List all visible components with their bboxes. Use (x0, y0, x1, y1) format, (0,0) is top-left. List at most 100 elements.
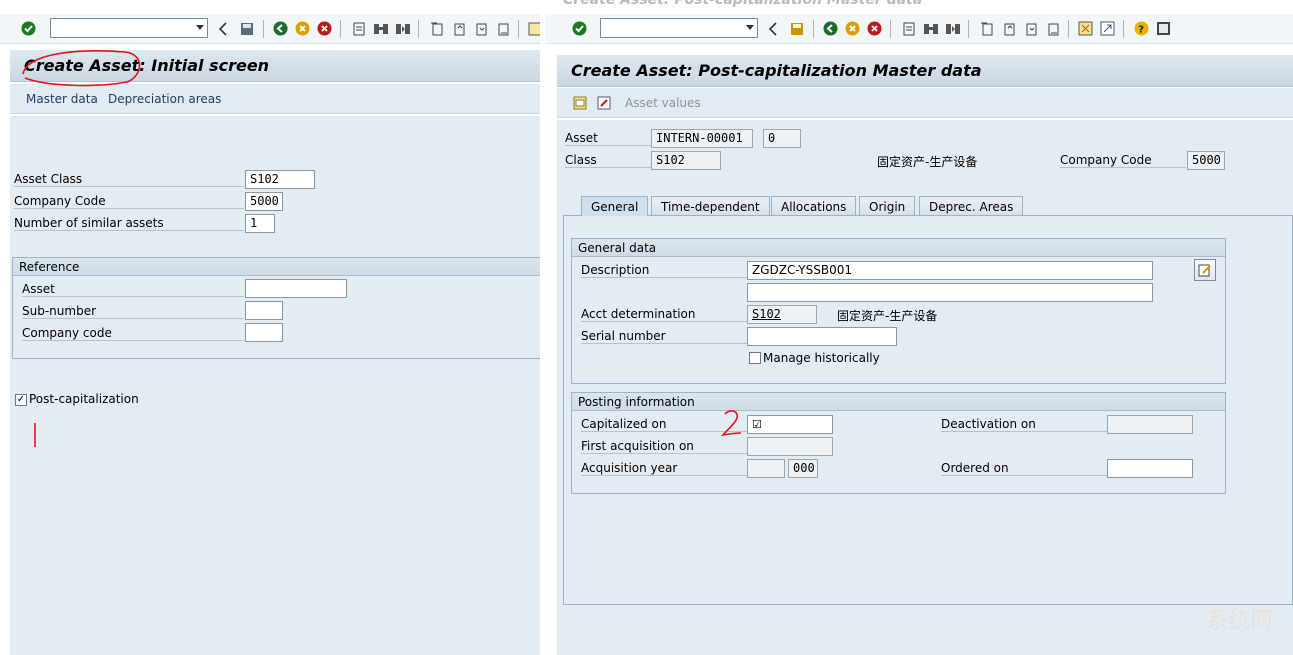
find-next-icon[interactable] (944, 20, 961, 37)
first-page-icon[interactable] (428, 20, 445, 37)
asset-values-button[interactable]: Asset values (625, 96, 701, 110)
company-code-field: 5000 (1187, 151, 1225, 170)
shortcut-icon[interactable] (1099, 20, 1116, 37)
asset-class-label: Asset Class (14, 172, 244, 187)
acct-determination-description: 固定资产-生产设备 (837, 309, 938, 323)
page-title: Create Asset: Initial screen (24, 56, 270, 75)
description-input[interactable]: ZGDZC-YSSB001 (747, 261, 1153, 280)
class-label: Class (565, 153, 651, 168)
find-icon[interactable] (922, 20, 939, 37)
reference-group-title: Reference (13, 258, 540, 276)
help-icon[interactable]: ? (1133, 20, 1150, 37)
general-data-title: General data (572, 239, 1225, 257)
serial-number-label: Serial number (581, 329, 747, 344)
back-icon[interactable] (272, 20, 289, 37)
first-acquisition-label: First acquisition on (581, 439, 747, 454)
company-code-input[interactable]: 5000 (245, 192, 283, 211)
find-next-icon[interactable] (394, 20, 411, 37)
exit-icon[interactable] (844, 20, 861, 37)
asset-subnumber-field: 0 (763, 129, 801, 148)
left-window: Create Asset: Initial screen Master data… (0, 0, 540, 655)
long-text-button[interactable] (1194, 259, 1216, 281)
description-label: Description (581, 263, 747, 278)
enter-icon[interactable] (571, 20, 588, 37)
reference-company-code-label: Company code (22, 326, 244, 341)
last-page-icon[interactable] (494, 20, 511, 37)
enter-icon[interactable] (20, 20, 37, 37)
search-help-icon[interactable]: ☑ (752, 418, 762, 431)
first-page-icon[interactable] (978, 20, 995, 37)
next-page-icon[interactable] (472, 20, 489, 37)
exit-icon[interactable] (294, 20, 311, 37)
tab-time-dependent[interactable]: Time-dependent (651, 196, 770, 216)
asset-class-input[interactable]: S102 (245, 170, 315, 189)
acct-determination-field[interactable]: S102 (747, 305, 817, 324)
next-page-icon[interactable] (1022, 20, 1039, 37)
company-code-label: Company Code (1060, 153, 1186, 168)
application-toolbar: Master data Depreciation areas (10, 84, 540, 114)
first-acquisition-field (747, 437, 833, 456)
window-caption: Create Asset: Post-capitalization Master… (563, 0, 923, 8)
find-icon[interactable] (372, 20, 389, 37)
number-similar-assets-input[interactable]: 1 (245, 214, 275, 233)
display-doc-icon[interactable] (571, 94, 588, 111)
command-field[interactable] (50, 18, 208, 38)
create-session-icon[interactable] (526, 20, 540, 37)
save-icon[interactable] (238, 20, 255, 37)
manage-historically-checkbox[interactable] (749, 352, 761, 364)
save-icon[interactable] (788, 20, 805, 37)
company-code-label: Company Code (14, 194, 244, 209)
deactivation-on-label: Deactivation on (941, 417, 1107, 432)
reference-subnumber-label: Sub-number (22, 304, 244, 319)
serial-number-input[interactable] (747, 327, 897, 346)
screen-title-bar: Create Asset: Post-capitalization Master… (557, 55, 1293, 87)
capitalized-on-label: Capitalized on (581, 417, 747, 432)
screen-title-bar: Create Asset: Initial screen (10, 50, 540, 82)
back-arrow-icon[interactable] (764, 20, 781, 37)
back-icon[interactable] (822, 20, 839, 37)
customize-layout-icon[interactable] (1155, 20, 1172, 37)
tab-origin[interactable]: Origin (859, 196, 916, 216)
change-doc-icon[interactable] (595, 94, 612, 111)
right-window: Create Asset: Post-capitalization Master… (545, 0, 1293, 655)
manage-historically-label: Manage historically (763, 351, 880, 365)
ordered-on-label: Ordered on (941, 461, 1107, 476)
reference-company-code-input[interactable] (245, 323, 283, 342)
reference-subnumber-input[interactable] (245, 301, 283, 320)
deactivation-on-field (1107, 415, 1193, 434)
number-similar-assets-label: Number of similar assets (14, 216, 244, 231)
edit-text-icon (1198, 264, 1211, 277)
page-title: Create Asset: Post-capitalization Master… (571, 61, 982, 80)
command-field[interactable] (600, 18, 758, 38)
reference-asset-input[interactable] (245, 279, 347, 298)
reference-asset-label: Asset (22, 282, 244, 297)
post-capitalization-checkbox[interactable]: ✓ (15, 394, 27, 406)
print-icon[interactable] (900, 20, 917, 37)
tab-general[interactable]: General (581, 196, 649, 216)
class-description: 固定资产-生产设备 (877, 155, 978, 169)
print-icon[interactable] (350, 20, 367, 37)
class-field: S102 (651, 151, 721, 170)
previous-page-icon[interactable] (1000, 20, 1017, 37)
standard-toolbar (0, 14, 540, 44)
acquisition-year-label: Acquisition year (581, 461, 747, 476)
post-capitalization-label: Post-capitalization (29, 392, 139, 406)
asset-number-field: INTERN-00001 (651, 129, 753, 148)
last-page-icon[interactable] (1044, 20, 1061, 37)
previous-page-icon[interactable] (450, 20, 467, 37)
ordered-on-input[interactable] (1107, 459, 1193, 478)
description-input-2[interactable] (747, 283, 1153, 302)
application-toolbar: Asset values (557, 88, 1293, 118)
acquisition-period-field: 000 (788, 459, 818, 478)
tab-deprec-areas[interactable]: Deprec. Areas (919, 196, 1024, 216)
cancel-icon[interactable] (316, 20, 333, 37)
cancel-icon[interactable] (866, 20, 883, 37)
master-data-button[interactable]: Master data (26, 92, 98, 106)
back-arrow-icon[interactable] (214, 20, 231, 37)
watermark-brand: 系统网 (1206, 609, 1273, 634)
tab-allocations[interactable]: Allocations (771, 196, 857, 216)
create-session-icon[interactable] (1077, 20, 1094, 37)
capitalized-on-input[interactable]: ☑ (747, 415, 833, 434)
posting-information-title: Posting information (572, 393, 1225, 411)
depreciation-areas-button[interactable]: Depreciation areas (108, 92, 221, 106)
